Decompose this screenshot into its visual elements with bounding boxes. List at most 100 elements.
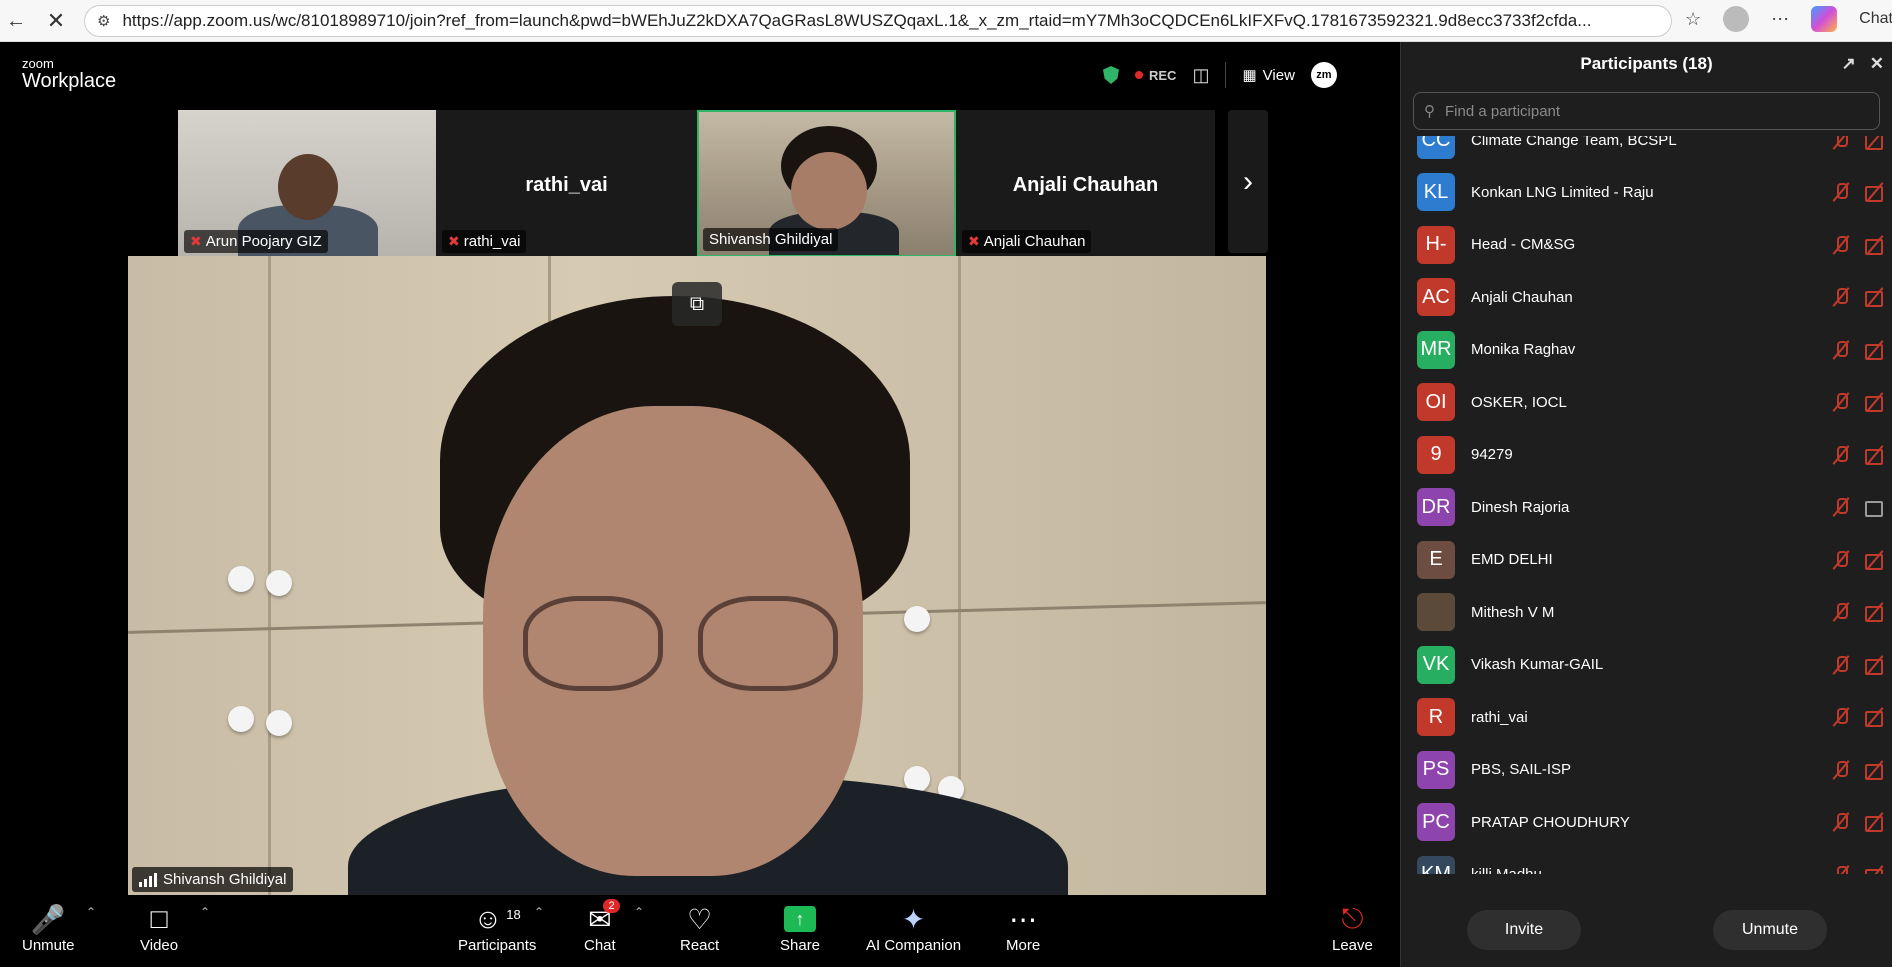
muted-microphone-icon: 🎤 bbox=[30, 903, 66, 935]
site-info-icon[interactable]: ⚙ bbox=[97, 12, 110, 30]
participant-name: killi Madhu bbox=[1471, 866, 1791, 874]
participant-row[interactable]: MR Monika Raghav bbox=[1401, 324, 1892, 376]
participant-list[interactable]: CC Climate Change Team, BCSPL KL Konkan LNG… bbox=[1401, 136, 1892, 874]
video-off-icon bbox=[1865, 865, 1885, 874]
chat-caret-icon[interactable]: ⌃ bbox=[634, 905, 644, 919]
rec-dot-icon bbox=[1135, 71, 1143, 79]
participant-row[interactable]: CC Climate Change Team, BCSPL bbox=[1401, 136, 1892, 166]
muted-mic-icon bbox=[1831, 392, 1851, 412]
unmute-me-button[interactable]: Unmute bbox=[1713, 909, 1827, 950]
profile-avatar[interactable] bbox=[1723, 6, 1750, 32]
address-bar[interactable]: ⚙ https://app.zoom.us/wc/81018989710/joi… bbox=[84, 5, 1672, 37]
speaker-name: Shivansh Ghildiyal bbox=[163, 871, 287, 888]
cabinet-knob bbox=[228, 566, 254, 592]
participant-avatar: AC bbox=[1417, 278, 1455, 316]
chat-unread-badge: 2 bbox=[603, 899, 620, 913]
participant-status-icons bbox=[1831, 136, 1885, 150]
participant-row[interactable]: KM killi Madhu bbox=[1401, 849, 1892, 874]
more-options-icon[interactable]: ⋯ bbox=[1771, 9, 1789, 30]
topbar-icons: REC ◫ ▦ View zm bbox=[1103, 62, 1337, 88]
favorites-icon[interactable]: ☆ bbox=[1685, 9, 1701, 30]
panel-header: Participants (18) ↗ ✕ bbox=[1401, 42, 1892, 86]
close-icon[interactable]: ✕ bbox=[1870, 54, 1884, 74]
share-screen-icon: ↑ bbox=[784, 901, 817, 937]
meeting-controls: 🎤 Unmute ⌃ □ Video ⌃ ☺ 18 Participants ⌃ … bbox=[0, 895, 1400, 967]
video-label: Video bbox=[140, 937, 179, 954]
url-text[interactable]: https://app.zoom.us/wc/81018989710/join?… bbox=[122, 11, 1602, 31]
participant-status-icons bbox=[1831, 182, 1885, 202]
react-button[interactable]: ♡ React bbox=[680, 901, 719, 955]
participant-name: Head - CM&SG bbox=[1471, 236, 1576, 253]
video-thumbnail[interactable]: rathi_vai ✖ rathi_vai bbox=[436, 110, 697, 257]
participant-search[interactable]: ⚲ bbox=[1413, 92, 1880, 130]
participant-avatar: PC bbox=[1417, 803, 1455, 841]
participant-row[interactable]: H- Head - CM&SG bbox=[1401, 219, 1892, 271]
ai-companion-label: AI Companion bbox=[866, 937, 962, 954]
ai-companion-button[interactable]: ✦ AI Companion bbox=[866, 901, 962, 955]
participant-avatar: VK bbox=[1417, 645, 1455, 684]
participant-row[interactable]: Mithesh V M bbox=[1401, 586, 1892, 638]
participants-button[interactable]: ☺ 18 Participants bbox=[458, 901, 536, 954]
copilot-chat-label[interactable]: Chat bbox=[1859, 10, 1892, 28]
participant-row[interactable]: DR Dinesh Rajoria bbox=[1401, 481, 1892, 533]
participant-row[interactable]: OI OSKER, IOCL bbox=[1401, 376, 1892, 428]
participants-caret-icon[interactable]: ⌃ bbox=[534, 905, 544, 919]
chat-button[interactable]: ✉ 2 Chat bbox=[584, 899, 620, 954]
video-camera-icon bbox=[1865, 497, 1885, 517]
share-button[interactable]: ↑ Share bbox=[780, 901, 820, 954]
video-off-icon bbox=[1865, 287, 1885, 307]
back-icon[interactable]: ← bbox=[0, 5, 32, 37]
participant-row[interactable]: PS PBS, SAIL-ISP bbox=[1401, 744, 1892, 796]
recording-indicator[interactable]: REC bbox=[1135, 68, 1176, 83]
participants-panel: Participants (18) ↗ ✕ ⚲ CC Climate Change… bbox=[1400, 42, 1892, 967]
copilot-icon[interactable] bbox=[1811, 6, 1838, 32]
more-button[interactable]: ⋯ More bbox=[1006, 901, 1040, 955]
audio-options-caret-icon[interactable]: ⌃ bbox=[86, 905, 96, 919]
participant-row[interactable]: VK Vikash Kumar-GAIL bbox=[1401, 639, 1892, 691]
thumbnail-name-tag: ✖ rathi_vai bbox=[442, 230, 527, 253]
zoom-logo-workplace: Workplace bbox=[22, 70, 117, 92]
participant-name: Dinesh Rajoria bbox=[1471, 498, 1570, 516]
video-camera-icon: □ bbox=[150, 903, 168, 934]
thumbnail-name-tag: ✖ Arun Poojary GIZ bbox=[184, 230, 328, 253]
participant-avatar: 9 bbox=[1417, 435, 1455, 474]
video-off-icon bbox=[1865, 182, 1885, 202]
leave-button[interactable]: ⎋ Leave bbox=[1332, 901, 1373, 955]
participant-row[interactable]: AC Anjali Chauhan bbox=[1401, 271, 1892, 323]
unmute-button[interactable]: 🎤 Unmute bbox=[22, 901, 75, 955]
muted-mic-icon bbox=[1831, 760, 1851, 780]
video-thumbnail-active-speaker[interactable]: Shivansh Ghildiyal bbox=[697, 110, 956, 257]
stop-loading-icon[interactable]: ✕ bbox=[40, 5, 72, 37]
panel-footer: Invite Unmute bbox=[1401, 892, 1892, 967]
active-speaker-video[interactable]: ⧉ Shivansh Ghildiyal bbox=[128, 256, 1266, 896]
view-button[interactable]: ▦ View bbox=[1242, 66, 1294, 85]
video-button[interactable]: □ Video bbox=[140, 901, 178, 954]
more-dots-icon: ⋯ bbox=[1009, 903, 1038, 935]
encryption-shield-icon[interactable] bbox=[1103, 66, 1119, 84]
pop-out-icon[interactable]: ↗ bbox=[1842, 54, 1856, 74]
participant-name: PRATAP CHOUDHURY bbox=[1471, 813, 1630, 831]
search-icon: ⚲ bbox=[1424, 103, 1435, 120]
thumbnail-name-tag: Shivansh Ghildiyal bbox=[703, 228, 839, 251]
meeting-topbar: zoom Workplace REC ◫ ▦ View zm bbox=[0, 42, 1400, 106]
zm-badge[interactable]: zm bbox=[1310, 62, 1337, 88]
apps-icon[interactable]: ◫ bbox=[1192, 65, 1209, 86]
invite-button[interactable]: Invite bbox=[1467, 909, 1581, 950]
next-page-button[interactable]: › bbox=[1228, 110, 1268, 253]
muted-mic-icon: ✖ bbox=[190, 233, 202, 249]
muted-mic-icon bbox=[1831, 812, 1851, 832]
participant-row[interactable]: E EMD DELHI bbox=[1401, 534, 1892, 586]
participant-status-icons bbox=[1831, 287, 1885, 307]
video-options-caret-icon[interactable]: ⌃ bbox=[200, 905, 210, 919]
unmute-label: Unmute bbox=[22, 937, 75, 954]
search-input[interactable] bbox=[1445, 102, 1845, 120]
participant-row[interactable]: 9 94279 bbox=[1401, 429, 1892, 481]
participant-status-icons bbox=[1831, 760, 1885, 780]
video-off-icon bbox=[1865, 812, 1885, 832]
participant-row[interactable]: KL Konkan LNG Limited - Raju bbox=[1401, 166, 1892, 218]
video-thumbnail[interactable]: ✖ Arun Poojary GIZ bbox=[178, 110, 436, 257]
participant-row[interactable]: Rrathi_vai bbox=[1401, 691, 1892, 743]
video-thumbnail[interactable]: Anjali Chauhan ✖ Anjali Chauhan bbox=[956, 110, 1215, 257]
exit-fullscreen-icon[interactable]: ⧉ bbox=[672, 282, 722, 326]
participant-row[interactable]: PC PRATAP CHOUDHURY bbox=[1401, 796, 1892, 848]
